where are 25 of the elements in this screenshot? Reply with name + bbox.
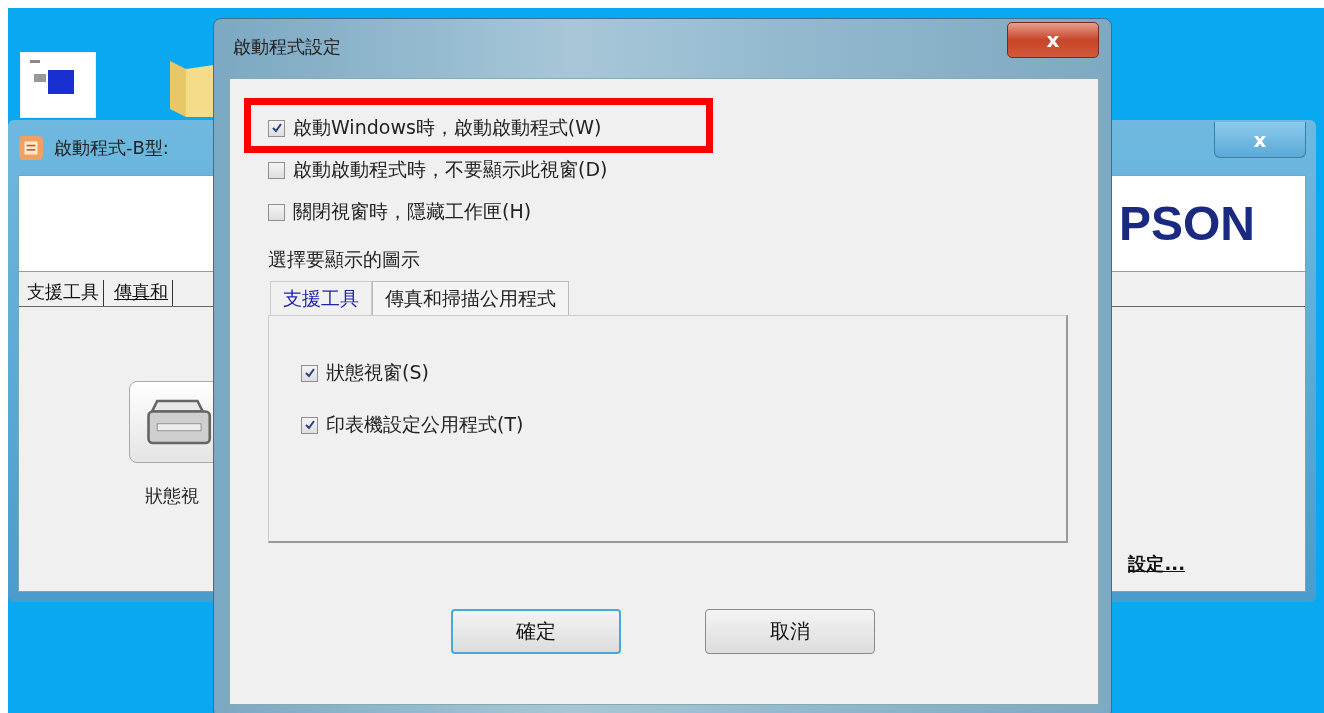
section-label: 選擇要顯示的圖示 (268, 247, 421, 272)
tab[interactable]: 傳真和 (110, 280, 173, 306)
brand-logo: PSON (1118, 196, 1255, 251)
option-label: 啟動Windows時，啟動啟動程式(W) (293, 115, 602, 140)
option-label: 啟動啟動程式時，不要顯示此視窗(D) (293, 157, 608, 182)
option-label: 印表機設定公用程式(T) (326, 412, 524, 437)
checkbox[interactable] (301, 364, 318, 382)
checkbox[interactable] (268, 119, 285, 137)
tab[interactable]: 支援工具 (23, 280, 104, 306)
checkbox[interactable] (301, 416, 318, 434)
document-thumbnail-icon[interactable] (20, 52, 96, 118)
tab[interactable]: 支援工具 (270, 281, 372, 315)
checkbox[interactable] (268, 203, 285, 221)
option-label: 關閉視窗時，隱藏工作匣(H) (293, 199, 532, 224)
close-button[interactable]: x (1007, 22, 1099, 58)
app-icon (18, 134, 44, 161)
tab[interactable]: 傳真和掃描公用程式 (372, 281, 569, 315)
option-label: 狀態視窗(S) (326, 360, 429, 385)
settings-link[interactable]: 設定... (1128, 552, 1185, 576)
dialog-title: 啟動程式設定 (232, 34, 341, 59)
checkbox[interactable] (268, 161, 285, 179)
tool-label: 狀態視 (145, 484, 199, 508)
dialog-button[interactable]: 取消 (705, 609, 875, 654)
window-title: 啟動程式-B型: (54, 135, 169, 160)
dialog-button[interactable]: 確定 (451, 609, 621, 654)
